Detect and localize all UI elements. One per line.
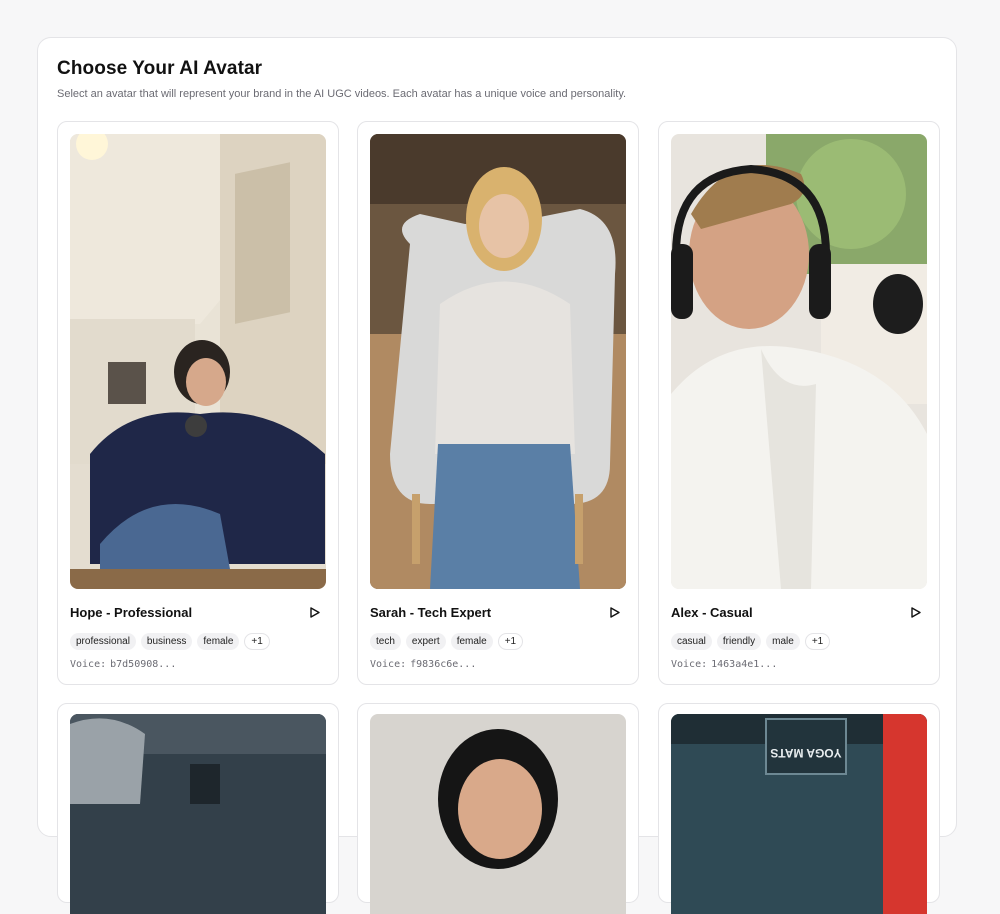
avatar-card-5[interactable] <box>357 703 639 914</box>
voice-value: f9836c6e... <box>410 659 477 670</box>
tag: male <box>766 633 800 650</box>
voice-id: Voice: b7d50908... <box>70 659 176 670</box>
avatar-photo-alex <box>671 134 927 589</box>
more-tags-badge: +1 <box>497 633 524 650</box>
avatar-card-alex[interactable]: Alex - Casual casual friendly male +1 Vo… <box>658 121 940 685</box>
avatar-card-sarah[interactable]: Sarah - Tech Expert tech expert female +… <box>357 121 639 685</box>
tag: business <box>140 633 193 650</box>
more-tags-badge: +1 <box>244 633 270 650</box>
voice-id: Voice: f9836c6e... <box>370 659 476 670</box>
page-title: Choose Your AI Avatar <box>57 58 263 79</box>
more-tags-badge: +1 <box>804 633 831 650</box>
avatar-photo-6: YOGA MATS <box>671 714 927 914</box>
tag: expert <box>405 633 446 650</box>
tag: tech <box>370 633 401 650</box>
page-subtitle: Select an avatar that will represent you… <box>57 88 627 100</box>
tag: casual <box>671 633 712 650</box>
avatar-card-4[interactable] <box>57 703 339 914</box>
avatar-card-6[interactable]: YOGA MATS <box>658 703 940 914</box>
tag-list: tech expert female +1 <box>370 633 524 650</box>
avatar-name: Hope - Professional <box>70 605 193 620</box>
avatar-card-hope[interactable]: Hope - Professional professional busines… <box>57 121 339 685</box>
play-icon[interactable] <box>308 605 322 619</box>
tag: female <box>197 633 240 650</box>
avatar-photo-sarah <box>370 134 626 589</box>
avatar-photo-hope <box>70 134 326 589</box>
voice-label: Voice: <box>370 659 407 670</box>
avatar-selection-panel: Choose Your AI Avatar Select an avatar t… <box>37 37 957 914</box>
tag-list: casual friendly male +1 <box>671 633 831 650</box>
tag: friendly <box>716 633 762 650</box>
avatar-photo-4 <box>70 714 326 914</box>
voice-value: 1463a4e1... <box>711 659 778 670</box>
voice-value: b7d50908... <box>110 659 177 670</box>
voice-label: Voice: <box>70 659 107 670</box>
sign-text: YOGA MATS <box>770 746 841 760</box>
voice-label: Voice: <box>671 659 708 670</box>
tag: female <box>450 633 493 650</box>
avatar-photo-5 <box>370 714 626 914</box>
tag-list: professional business female +1 <box>70 633 270 650</box>
tag: professional <box>70 633 136 650</box>
play-icon[interactable] <box>909 605 923 619</box>
play-icon[interactable] <box>608 605 622 619</box>
voice-id: Voice: 1463a4e1... <box>671 659 777 670</box>
avatar-name: Alex - Casual <box>671 605 753 620</box>
avatar-name: Sarah - Tech Expert <box>370 605 492 620</box>
